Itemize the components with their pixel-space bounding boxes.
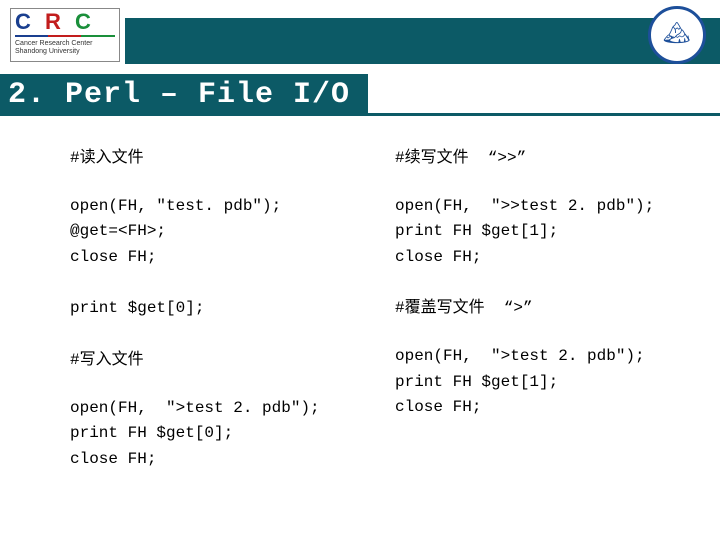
code-append-file: open(FH, ">>test 2. pdb"); print FH $get… <box>395 194 680 271</box>
mountain-icon: 🏔 <box>663 24 691 46</box>
code-write-file: open(FH, ">test 2. pdb"); print FH $get[… <box>70 396 355 473</box>
code-overwrite-file: open(FH, ">test 2. pdb"); print FH $get[… <box>395 344 680 421</box>
title-row: 2. Perl – File I/O <box>0 74 720 116</box>
logo-divider <box>15 35 115 37</box>
right-column: #续写文件 “>>” open(FH, ">>test 2. pdb"); pr… <box>395 146 680 498</box>
crc-logo: C R C Cancer Research Center Shandong Un… <box>10 8 120 62</box>
logo-letters: C R C <box>15 11 115 33</box>
university-seal: 🏔 <box>648 6 706 64</box>
header-bar <box>125 18 720 64</box>
comment-read-file: #读入文件 <box>70 146 355 172</box>
content: #读入文件 open(FH, "test. pdb"); @get=<FH>; … <box>0 116 720 498</box>
title-underline <box>0 113 720 116</box>
comment-overwrite-file: #覆盖写文件 “>” <box>395 296 680 322</box>
code-read-file: open(FH, "test. pdb"); @get=<FH>; close … <box>70 194 355 271</box>
logo-sub1: Cancer Research Center <box>15 40 115 48</box>
page-title: 2. Perl – File I/O <box>0 74 368 116</box>
logo-letter-r: R <box>45 9 65 34</box>
code-print-get0: print $get[0]; <box>70 296 355 322</box>
comment-write-file: #写入文件 <box>70 348 355 374</box>
header: C R C Cancer Research Center Shandong Un… <box>0 0 720 70</box>
comment-append-file: #续写文件 “>>” <box>395 146 680 172</box>
left-column: #读入文件 open(FH, "test. pdb"); @get=<FH>; … <box>70 146 355 498</box>
logo-letter-c1: C <box>15 9 35 34</box>
logo-sub2: Shandong University <box>15 48 115 56</box>
logo-letter-c2: C <box>75 9 95 34</box>
